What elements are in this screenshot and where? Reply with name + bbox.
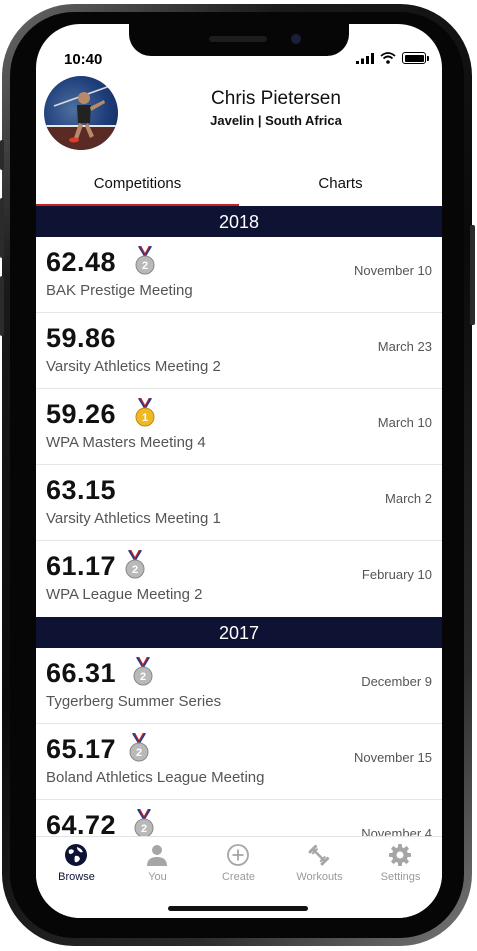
meeting-date: November 15 bbox=[353, 750, 432, 765]
meeting-name: Tygerberg Summer Series bbox=[46, 693, 222, 710]
tab-charts-label: Charts bbox=[318, 175, 363, 192]
gold-medal-icon: 1 bbox=[133, 397, 157, 433]
svg-text:2: 2 bbox=[136, 747, 142, 759]
dumbbell-icon bbox=[308, 844, 330, 866]
result-mark: 62.48 bbox=[46, 247, 117, 277]
section-header-year: 2018 bbox=[36, 206, 442, 237]
tab-create-label: Create bbox=[221, 871, 256, 883]
meeting-date: November 10 bbox=[353, 263, 432, 278]
result-mark: 59.26 bbox=[46, 399, 117, 429]
svg-text:2: 2 bbox=[132, 564, 138, 576]
meeting-name: WPA Masters Meeting 4 bbox=[46, 434, 206, 451]
globe-icon bbox=[65, 844, 87, 866]
silver-medal-icon: 2 bbox=[123, 549, 147, 585]
gear-icon bbox=[389, 844, 411, 866]
wifi-icon bbox=[380, 52, 396, 64]
svg-text:2: 2 bbox=[141, 823, 147, 835]
meeting-date: February 10 bbox=[361, 567, 432, 582]
result-row[interactable]: 66.31 2 Tygerberg Summer Series December… bbox=[36, 648, 442, 724]
meeting-name: Varsity Athletics Meeting 1 bbox=[46, 510, 221, 527]
section-header-year: 2017 bbox=[36, 617, 442, 648]
volume-up-button bbox=[0, 198, 4, 258]
status-time: 10:40 bbox=[64, 51, 103, 68]
result-row[interactable]: 65.17 2 Boland Athletics League Meeting … bbox=[36, 724, 442, 800]
result-row[interactable]: 59.86 Varsity Athletics Meeting 2 March … bbox=[36, 313, 442, 389]
result-row[interactable]: 62.48 2 BAK Prestige Meeting November 10 bbox=[36, 237, 442, 313]
person-icon bbox=[147, 845, 167, 866]
meeting-date: March 2 bbox=[385, 491, 432, 506]
tab-settings-label: Settings bbox=[380, 871, 421, 883]
result-row[interactable]: 63.15 Varsity Athletics Meeting 1 March … bbox=[36, 465, 442, 541]
result-mark: 61.17 bbox=[46, 551, 117, 581]
athlete-name: Chris Pietersen bbox=[211, 88, 341, 109]
meeting-name: Boland Athletics League Meeting bbox=[46, 769, 265, 786]
tab-competitions-label: Competitions bbox=[93, 175, 182, 192]
svg-text:2: 2 bbox=[142, 260, 148, 272]
battery-icon bbox=[402, 52, 429, 64]
result-mark: 66.31 bbox=[46, 658, 117, 688]
avatar[interactable] bbox=[44, 76, 118, 150]
tab-workouts[interactable]: Workouts bbox=[279, 837, 360, 897]
meeting-name: BAK Prestige Meeting bbox=[46, 282, 193, 299]
tab-you-label: You bbox=[148, 871, 167, 883]
status-icons bbox=[356, 52, 429, 64]
segment-tabs: Competitions Charts bbox=[36, 166, 442, 206]
screen: 10:40 Chris Pietersen Javelin | South Af… bbox=[36, 24, 442, 918]
meeting-date: March 23 bbox=[377, 339, 432, 354]
result-mark: 63.15 bbox=[46, 475, 117, 505]
result-row[interactable]: 61.17 2 WPA League Meeting 2 February 10 bbox=[36, 541, 442, 616]
tab-settings[interactable]: Settings bbox=[360, 837, 441, 897]
tab-you[interactable]: You bbox=[117, 837, 198, 897]
silver-medal-icon: 2 bbox=[127, 732, 151, 768]
signal-icon bbox=[356, 52, 374, 64]
meeting-date: December 9 bbox=[361, 674, 432, 689]
meeting-date: March 10 bbox=[377, 415, 432, 430]
tab-browse-label: Browse bbox=[58, 871, 95, 883]
power-button bbox=[470, 225, 475, 325]
plus-circle-icon bbox=[227, 844, 249, 866]
tab-browse[interactable]: Browse bbox=[36, 837, 117, 897]
competition-list: 2018 62.48 2 BAK Prestige Meeting Novemb… bbox=[36, 206, 442, 876]
meeting-name: Varsity Athletics Meeting 2 bbox=[46, 358, 221, 375]
silver-medal-icon: 2 bbox=[133, 245, 157, 281]
result-mark: 65.17 bbox=[46, 734, 117, 764]
silver-medal-icon: 2 bbox=[131, 656, 155, 692]
tab-workouts-label: Workouts bbox=[296, 871, 343, 883]
svg-text:1: 1 bbox=[142, 412, 148, 424]
mute-switch bbox=[0, 140, 4, 170]
tab-create[interactable]: Create bbox=[198, 837, 279, 897]
meeting-name: WPA League Meeting 2 bbox=[46, 586, 203, 603]
tab-competitions[interactable]: Competitions bbox=[36, 166, 239, 206]
athlete-event-country: Javelin | South Africa bbox=[210, 113, 342, 128]
volume-down-button bbox=[0, 276, 4, 336]
result-mark: 59.86 bbox=[46, 323, 117, 353]
tab-charts[interactable]: Charts bbox=[239, 166, 442, 206]
home-indicator[interactable] bbox=[168, 906, 308, 911]
result-row[interactable]: 59.26 1 WPA Masters Meeting 4 March 10 bbox=[36, 389, 442, 465]
svg-text:2: 2 bbox=[140, 671, 146, 683]
notch bbox=[129, 24, 349, 56]
